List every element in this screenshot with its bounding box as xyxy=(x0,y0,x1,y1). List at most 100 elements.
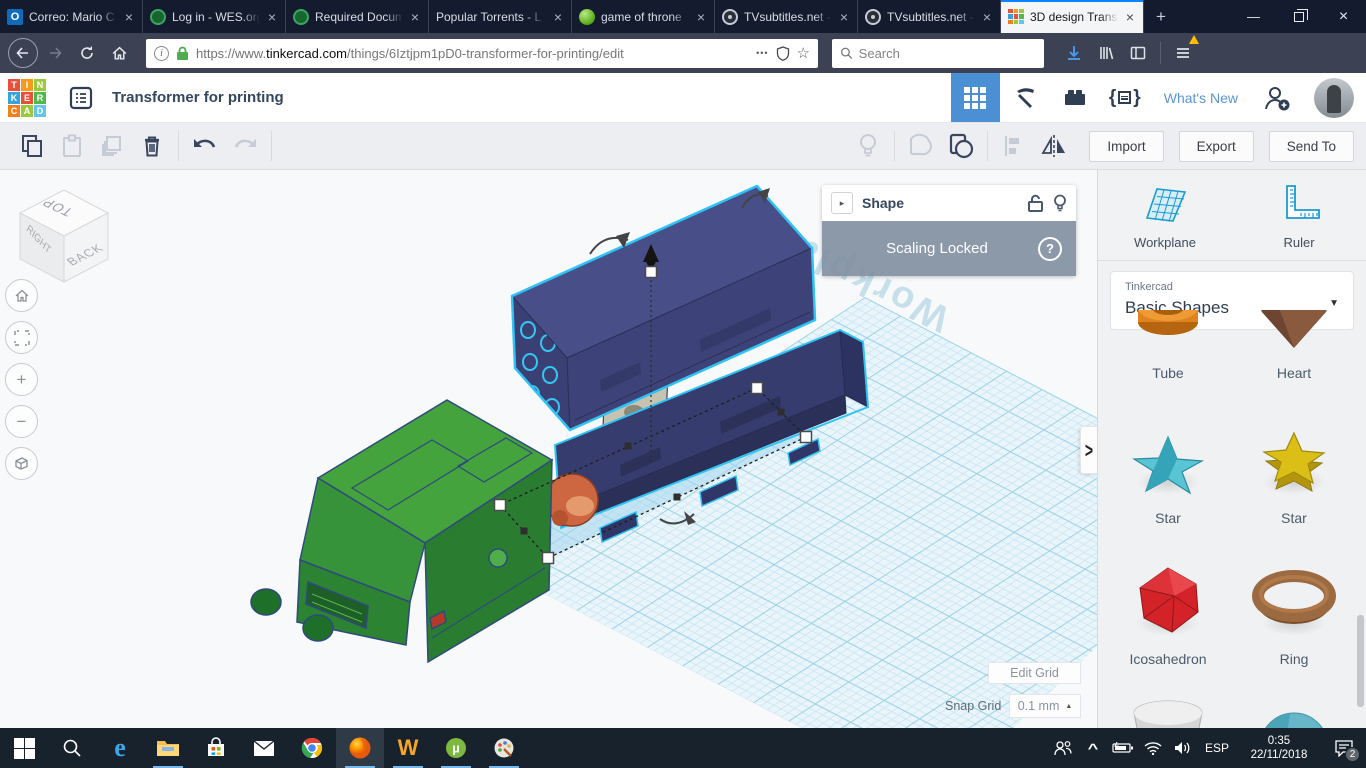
zoom-out-button[interactable]: − xyxy=(5,405,38,438)
volume-icon[interactable] xyxy=(1168,728,1198,768)
minecraft-pickaxe-icon[interactable] xyxy=(1000,73,1050,122)
hide-bulb-icon[interactable] xyxy=(1053,194,1067,213)
taskbar-chrome[interactable] xyxy=(288,728,336,768)
shape-item-ring[interactable]: Ring xyxy=(1244,556,1344,667)
url-bar[interactable]: i https://www.tinkercad.com/things/6Iztj… xyxy=(146,38,818,68)
shape-item-tube[interactable]: Tube xyxy=(1118,310,1218,381)
align-icon[interactable] xyxy=(994,126,1034,166)
design-properties-icon[interactable] xyxy=(64,81,98,115)
taskbar-file-explorer[interactable] xyxy=(144,728,192,768)
fit-view-button[interactable] xyxy=(5,321,38,354)
dashboard-grid-button[interactable] xyxy=(950,73,1000,122)
expand-panel-icon[interactable]: ▸ xyxy=(831,192,853,214)
tab-torrents[interactable]: Popular Torrents - L × xyxy=(429,0,572,33)
tab-wes-login[interactable]: Log in - WES.org × xyxy=(143,0,286,33)
tab-got[interactable]: game of throne × xyxy=(572,0,715,33)
shape-item-icosahedron[interactable]: Icosahedron xyxy=(1118,556,1218,667)
duplicate-icon[interactable] xyxy=(92,126,132,166)
user-avatar[interactable] xyxy=(1314,77,1354,118)
3d-viewport[interactable]: Workplane xyxy=(0,170,1097,728)
page-info-icon[interactable]: i xyxy=(154,45,169,61)
help-icon[interactable]: ? xyxy=(1038,236,1062,261)
taskbar-clock[interactable]: 0:35 22/11/2018 xyxy=(1236,734,1322,762)
tab-correo[interactable]: O Correo: Mario C × xyxy=(0,0,143,33)
copy-icon[interactable] xyxy=(12,126,52,166)
brick-icon[interactable] xyxy=(1050,73,1100,122)
taskbar-firefox-active[interactable] xyxy=(336,728,384,768)
wifi-icon[interactable] xyxy=(1138,728,1168,768)
tab-close-icon[interactable]: × xyxy=(552,9,564,25)
perspective-toggle-button[interactable] xyxy=(5,447,38,480)
taskbar-store[interactable] xyxy=(192,728,240,768)
close-window-button[interactable]: × xyxy=(1321,0,1366,33)
zoom-in-button[interactable]: + xyxy=(5,363,38,396)
tab-close-icon[interactable]: × xyxy=(266,9,278,25)
tinkercad-logo[interactable]: TINKERCAD xyxy=(8,78,46,117)
snap-grid-dropdown[interactable]: 0.1 mm ▲ xyxy=(1009,694,1081,718)
whats-new-link[interactable]: What's New xyxy=(1150,73,1252,122)
sidebar-scrollbar[interactable] xyxy=(1357,615,1364,707)
green-truck-model[interactable] xyxy=(250,399,554,664)
menu-hamburger-icon[interactable] xyxy=(1169,35,1199,68)
search-box[interactable] xyxy=(832,38,1044,68)
taskbar-utorrent[interactable]: µ xyxy=(432,728,480,768)
group-icon[interactable] xyxy=(941,126,981,166)
taskbar-paint[interactable] xyxy=(480,728,528,768)
forward-button[interactable] xyxy=(40,38,70,68)
design-title[interactable]: Transformer for printing xyxy=(112,89,284,106)
downloads-icon[interactable] xyxy=(1060,38,1088,68)
hole-solid-icon[interactable] xyxy=(901,126,941,166)
taskbar-mail[interactable] xyxy=(240,728,288,768)
undo-icon[interactable] xyxy=(185,126,225,166)
import-button[interactable]: Import xyxy=(1089,130,1164,162)
shape-item-star-scattered[interactable]: Star xyxy=(1118,415,1218,526)
tab-close-icon[interactable]: × xyxy=(695,9,707,25)
taskbar-filmora[interactable]: W xyxy=(384,728,432,768)
ruler-tool[interactable]: Ruler xyxy=(1232,182,1366,250)
view-cube[interactable]: TOP RIGHT BACK xyxy=(8,182,120,292)
taskbar-edge[interactable]: e xyxy=(96,728,144,768)
tab-close-icon[interactable]: × xyxy=(409,9,421,25)
redo-icon[interactable] xyxy=(225,126,265,166)
shape-item-partial-gray[interactable] xyxy=(1118,695,1218,728)
shape-item-star[interactable]: Star xyxy=(1244,415,1344,526)
language-indicator[interactable]: ESP xyxy=(1198,728,1236,768)
start-button[interactable] xyxy=(0,728,48,768)
reload-button[interactable] xyxy=(72,38,102,68)
page-actions-icon[interactable]: ••• xyxy=(756,48,768,58)
tab-tinkercad-active[interactable]: 3D design Trans × xyxy=(1001,0,1144,33)
workplane-tool[interactable]: Workplane xyxy=(1098,182,1232,250)
restore-button[interactable] xyxy=(1276,0,1321,33)
show-all-bulb-icon[interactable] xyxy=(848,126,888,166)
tab-tvsubtitles-1[interactable]: TVsubtitles.net - × xyxy=(715,0,858,33)
sidebar-toggle-icon[interactable] xyxy=(1124,38,1152,68)
new-tab-button[interactable]: + xyxy=(1144,0,1178,33)
search-input[interactable] xyxy=(858,45,1036,61)
export-button[interactable]: Export xyxy=(1178,130,1254,162)
view-home-button[interactable] xyxy=(5,279,38,312)
tab-tvsubtitles-2[interactable]: TVsubtitles.net - × xyxy=(858,0,1001,33)
mirror-icon[interactable] xyxy=(1034,126,1074,166)
url-text[interactable]: https://www.tinkercad.com/things/6Iztjpm… xyxy=(196,46,749,61)
unlock-icon[interactable] xyxy=(1027,194,1044,213)
tab-close-icon[interactable]: × xyxy=(981,9,993,25)
tab-close-icon[interactable]: × xyxy=(838,9,850,25)
send-to-button[interactable]: Send To xyxy=(1268,130,1354,162)
home-button[interactable] xyxy=(104,38,134,68)
action-center-button[interactable]: 2 xyxy=(1322,728,1366,768)
battery-icon[interactable] xyxy=(1108,728,1138,768)
tab-required-docs[interactable]: Required Docum × xyxy=(286,0,429,33)
shape-item-heart[interactable]: Heart xyxy=(1244,310,1344,381)
codeblocks-icon[interactable]: {} xyxy=(1100,73,1150,122)
edit-grid-button[interactable]: Edit Grid xyxy=(988,662,1081,684)
tab-close-icon[interactable]: × xyxy=(123,9,135,25)
orange-engine-model[interactable] xyxy=(545,473,599,527)
bookmark-star-icon[interactable]: ☆ xyxy=(797,44,810,62)
paste-icon[interactable] xyxy=(52,126,92,166)
minimize-button[interactable]: — xyxy=(1231,0,1276,33)
invite-collaborator-icon[interactable] xyxy=(1252,73,1302,122)
tracking-shield-icon[interactable] xyxy=(776,45,790,61)
library-icon[interactable] xyxy=(1092,38,1120,68)
delete-icon[interactable] xyxy=(132,126,172,166)
back-button[interactable] xyxy=(8,38,38,68)
